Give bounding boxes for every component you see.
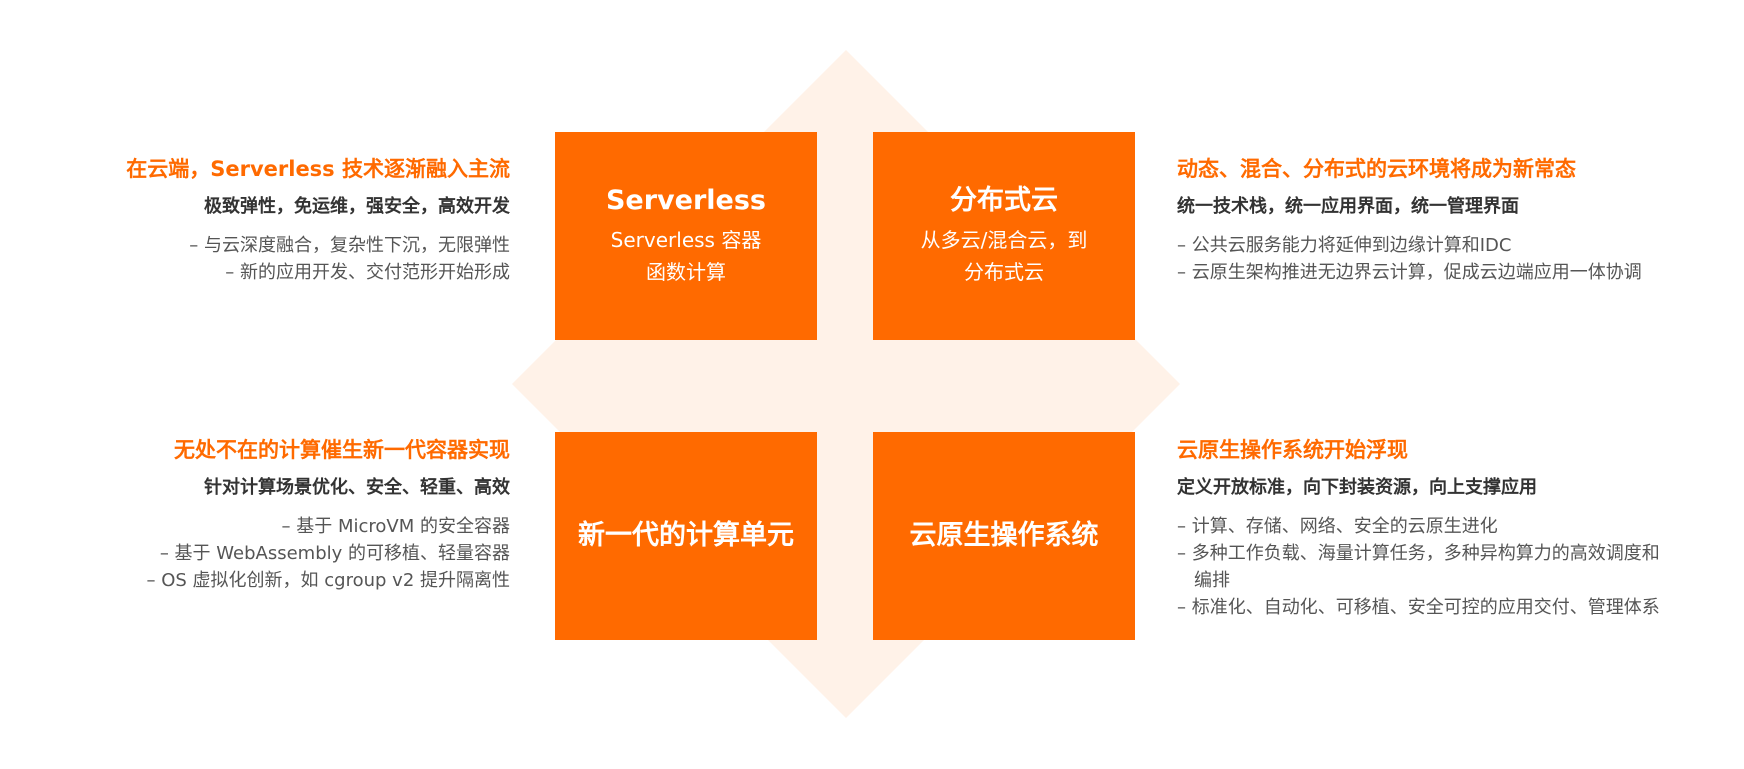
block-subheading: 定义开放标准，向下封装资源，向上支撑应用 [1177,477,1537,498]
list-item: – OS 虚拟化创新，如 cgroup v2 提升隔离性 [146,570,510,591]
box-cloud-native-os: 云原生操作系统 [873,432,1135,640]
list-item: – 计算、存储、网络、安全的云原生进化 [1177,516,1498,537]
background-diamond [512,50,1180,718]
box-distributed-cloud-title: 分布式云 [950,185,1058,216]
list-item: – 标准化、自动化、可移植、安全可控的应用交付、管理体系 [1177,597,1660,618]
box-cloud-native-os-title: 云原生操作系统 [909,520,1099,551]
box-distributed-cloud-line-2: 分布式云 [964,260,1044,284]
text-block-distributed-cloud: 动态、混合、分布式的云环境将成为新常态 统一技术栈，统一应用界面，统一管理界面 … [1177,154,1667,286]
box-serverless: Serverless Serverless 容器 函数计算 [555,132,817,340]
box-serverless-line-1: Serverless 容器 [610,228,762,252]
list-item: – 与云深度融合，复杂性下沉，无限弹性 [189,235,510,256]
block-heading: 无处不在的计算催生新一代容器实现 [174,438,510,462]
box-distributed-cloud-line-1: 从多云/混合云，到 [920,228,1088,252]
block-heading: 在云端，Serverless 技术逐渐融入主流 [126,157,510,181]
box-distributed-cloud: 分布式云 从多云/混合云，到 分布式云 [873,132,1135,340]
block-subheading: 针对计算场景优化、安全、轻重、高效 [204,477,510,498]
list-item: – 公共云服务能力将延伸到边缘计算和IDC [1177,235,1512,256]
block-subheading: 极致弹性，免运维，强安全，高效开发 [204,196,510,217]
list-item: – 多种工作负载、海量计算任务，多种异构算力的高效调度和编排 [1177,543,1660,591]
block-heading: 云原生操作系统开始浮现 [1177,438,1408,462]
bullet-list: – 计算、存储、网络、安全的云原生进化 – 多种工作负载、海量计算任务，多种异构… [1177,513,1667,621]
list-item: – 新的应用开发、交付范形开始形成 [225,262,510,283]
box-new-compute-unit: 新一代的计算单元 [555,432,817,640]
list-item: – 基于 MicroVM 的安全容器 [281,516,510,537]
list-item: – 基于 WebAssembly 的可移植、轻量容器 [159,543,510,564]
bullet-list: – 与云深度融合，复杂性下沉，无限弹性 – 新的应用开发、交付范形开始形成 [20,232,510,286]
box-new-compute-unit-title: 新一代的计算单元 [578,520,794,551]
block-heading: 动态、混合、分布式的云环境将成为新常态 [1177,157,1576,181]
text-block-cloud-native-os: 云原生操作系统开始浮现 定义开放标准，向下封装资源，向上支撑应用 – 计算、存储… [1177,435,1667,621]
text-block-serverless: 在云端，Serverless 技术逐渐融入主流 极致弹性，免运维，强安全，高效开… [20,154,510,286]
bullet-list: – 公共云服务能力将延伸到边缘计算和IDC – 云原生架构推进无边界云计算，促成… [1177,232,1667,286]
box-distributed-cloud-subtitle: 从多云/混合云，到 分布式云 [921,224,1088,288]
list-item: – 云原生架构推进无边界云计算，促成云边端应用一体协调 [1177,262,1642,283]
box-serverless-subtitle: Serverless 容器 函数计算 [611,224,762,288]
text-block-new-compute-unit: 无处不在的计算催生新一代容器实现 针对计算场景优化、安全、轻重、高效 – 基于 … [20,435,510,594]
block-subheading: 统一技术栈，统一应用界面，统一管理界面 [1177,196,1519,217]
bullet-list: – 基于 MicroVM 的安全容器 – 基于 WebAssembly 的可移植… [20,513,510,594]
box-serverless-title: Serverless [605,185,766,216]
box-serverless-line-2: 函数计算 [646,260,726,284]
